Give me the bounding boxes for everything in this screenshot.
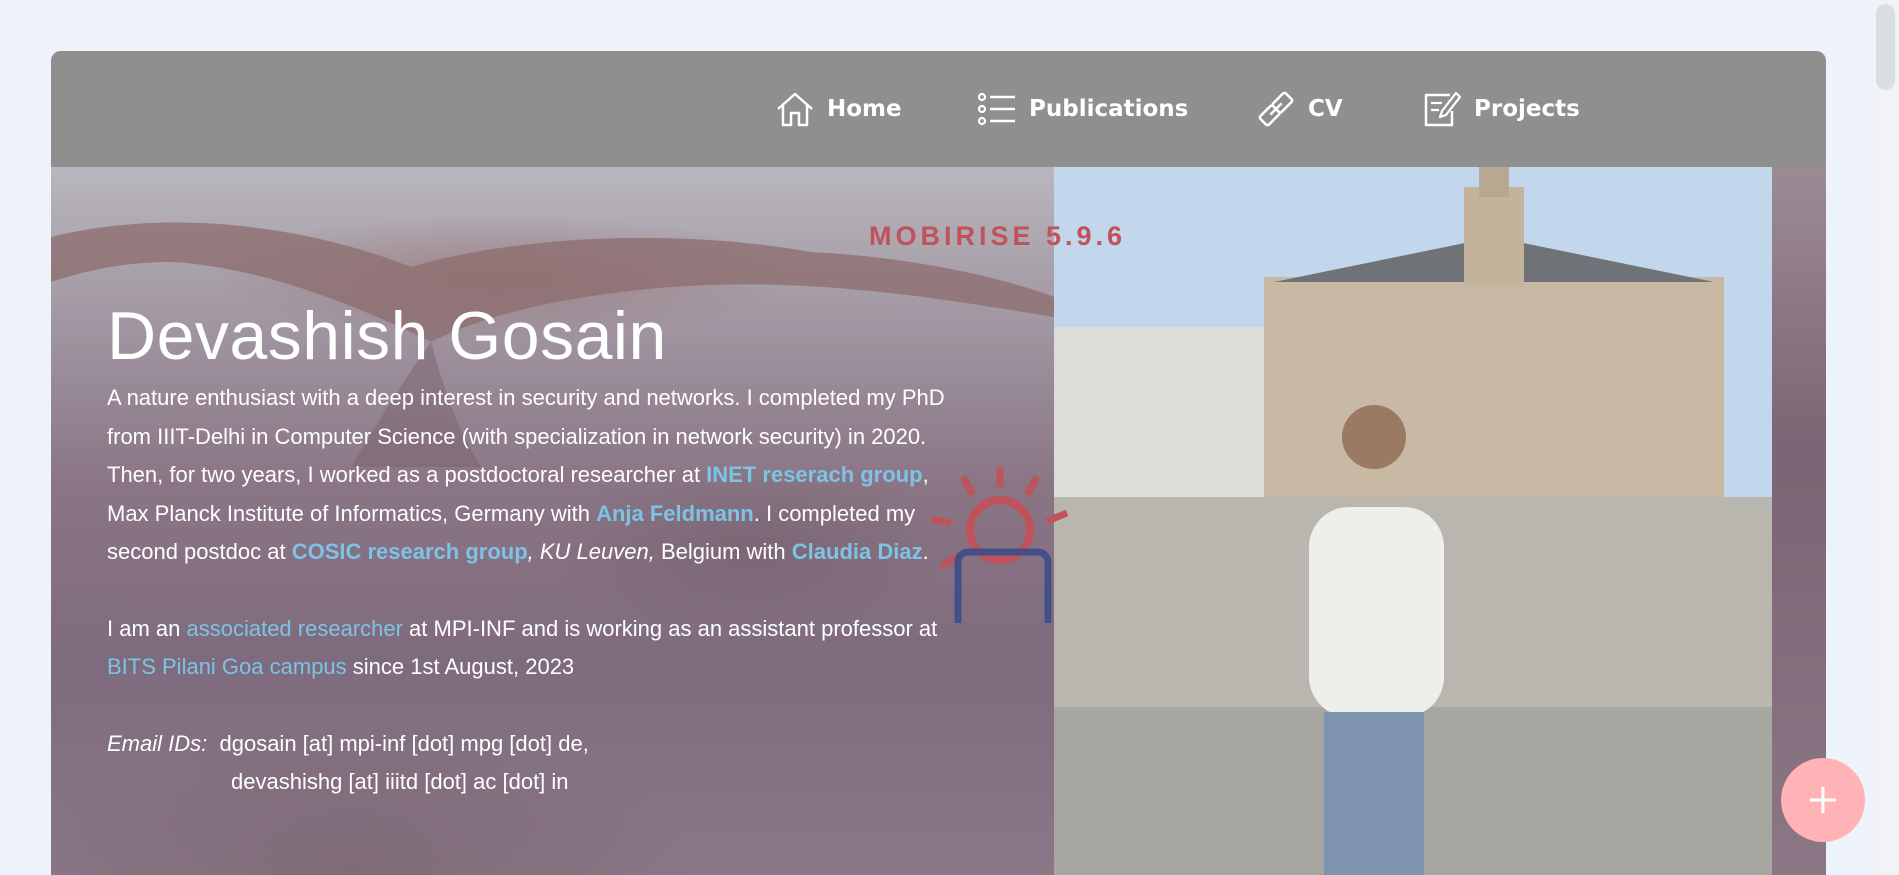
edit-icon xyxy=(1424,91,1462,127)
anja-feldmann-link[interactable]: Anja Feldmann xyxy=(596,501,754,526)
bio-text-segment: I am an xyxy=(107,615,187,641)
home-icon xyxy=(777,92,813,127)
hero-section: MOBIRISE 5.9.6 Devashish Gosain A nature… xyxy=(51,167,1826,875)
nav-cv[interactable]: CV xyxy=(1256,89,1343,129)
scrollbar-thumb[interactable] xyxy=(1876,4,1895,90)
bio-text: A nature enthusiast with a deep interest… xyxy=(107,379,967,802)
associated-researcher-link[interactable]: associated researcher xyxy=(186,616,402,641)
watermark-text: MOBIRISE 5.9.6 xyxy=(869,221,1127,251)
page-title: Devashish Gosain xyxy=(107,298,667,374)
nav-publications-label: Publications xyxy=(1029,96,1189,122)
bio-text-segment: since 1st August, 2023 xyxy=(346,654,575,679)
bio-paragraph-2: I am an associated researcher at MPI-INF… xyxy=(107,610,967,687)
nav-cv-label: CV xyxy=(1308,96,1343,122)
profile-photo xyxy=(1054,167,1772,875)
claudia-diaz-link[interactable]: Claudia Diaz xyxy=(792,539,923,564)
email-address-2: devashishg [at] iiitd [dot] ac [dot] in xyxy=(231,769,569,794)
top-navbar: Home Publications CV Projects xyxy=(51,51,1826,167)
scrollbar-track[interactable] xyxy=(1873,0,1899,875)
nav-projects[interactable]: Projects xyxy=(1422,89,1580,129)
bio-text-segment: . xyxy=(922,539,929,564)
nav-projects-label: Projects xyxy=(1474,96,1580,122)
bio-text-segment: , KU Leuven, xyxy=(527,539,655,564)
plus-icon xyxy=(1810,787,1836,813)
email-block: Email IDs: dgosain [at] mpi-inf [dot] mp… xyxy=(107,725,967,802)
email-address-1: dgosain [at] mpi-inf [dot] mpg [dot] de, xyxy=(219,730,589,756)
list-icon xyxy=(977,92,1015,126)
bio-paragraph-1: A nature enthusiast with a deep interest… xyxy=(107,379,967,572)
bits-pilani-link[interactable]: BITS Pilani Goa campus xyxy=(107,654,347,679)
page-card: Home Publications CV Projects MOBIRISE 5… xyxy=(51,51,1826,875)
inet-group-link[interactable]: INET reserach group xyxy=(706,462,922,487)
nav-home[interactable]: Home xyxy=(775,89,902,129)
link-icon xyxy=(1258,91,1294,127)
bio-text-segment: at MPI-INF and is working as an assistan… xyxy=(402,615,938,641)
nav-home-label: Home xyxy=(827,96,902,122)
email-label: Email IDs: xyxy=(107,730,208,756)
nav-publications[interactable]: Publications xyxy=(977,89,1188,129)
cosic-group-link[interactable]: COSIC research group xyxy=(292,539,528,564)
bio-text-segment: Belgium with xyxy=(654,539,792,564)
add-fab-button[interactable] xyxy=(1781,758,1865,842)
church-photo-image xyxy=(1054,167,1772,875)
